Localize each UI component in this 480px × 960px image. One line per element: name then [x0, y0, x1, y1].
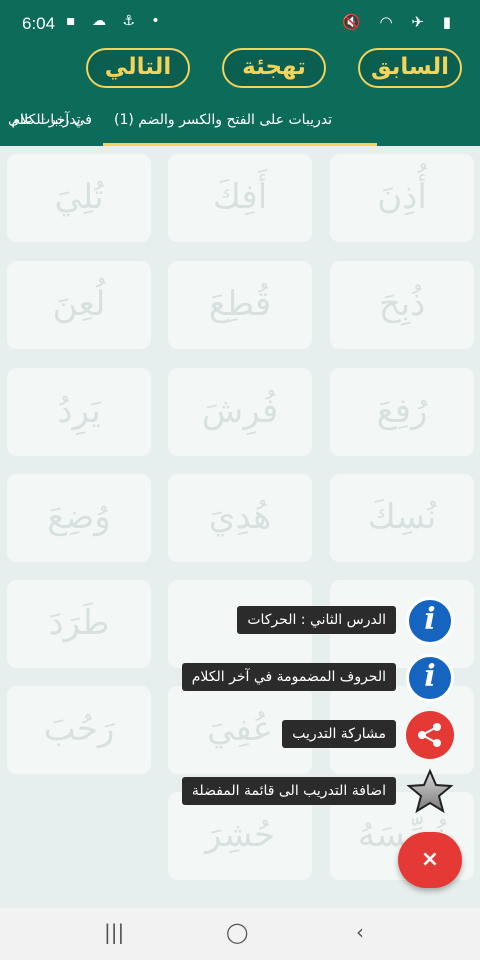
tab-bar: في آخر الكلام تدريبات على الفتح والكسر و… — [0, 98, 480, 146]
notification-icons: ▪ ☁ ⚓ • — [66, 13, 166, 29]
system-icons: 🔇 ◠ ✈ ▮ — [342, 13, 458, 31]
fab-label[interactable]: الحروف المضمومة في آخر الكلام — [181, 663, 396, 691]
star-icon[interactable] — [406, 768, 454, 816]
recent-apps-icon[interactable]: ||| — [104, 920, 124, 944]
status-bar: 6:04 ▪ ☁ ⚓ • 🔇 ◠ ✈ ▮ — [0, 0, 480, 46]
tab-exercises-next[interactable]: تدريبات على — [8, 112, 81, 128]
info-icon[interactable]: i — [406, 597, 454, 645]
share-icon[interactable] — [406, 711, 454, 759]
tab-exercises-1[interactable]: تدريبات على الفتح والكسر والضم (1) — [114, 112, 332, 128]
back-icon[interactable]: ‹ — [356, 920, 364, 944]
fab-label[interactable]: مشاركة التدريب — [282, 720, 396, 748]
close-menu-button[interactable]: × — [398, 832, 462, 888]
fab-label[interactable]: الدرس الثاني : الحركات — [237, 606, 396, 634]
app-header: السابق تهجئة التالي — [0, 46, 480, 98]
next-button[interactable]: التالي — [86, 48, 190, 88]
home-icon[interactable]: ◯ — [226, 920, 248, 944]
fab-label[interactable]: اضافة التدريب الى قائمة المفضلة — [181, 777, 396, 805]
spell-button[interactable]: تهجئة — [222, 48, 326, 88]
previous-button[interactable]: السابق — [358, 48, 462, 88]
status-time: 6:04 — [22, 14, 56, 33]
system-nav-bar: ||| ◯ ‹ — [0, 908, 480, 960]
info-icon[interactable]: i — [406, 654, 454, 702]
